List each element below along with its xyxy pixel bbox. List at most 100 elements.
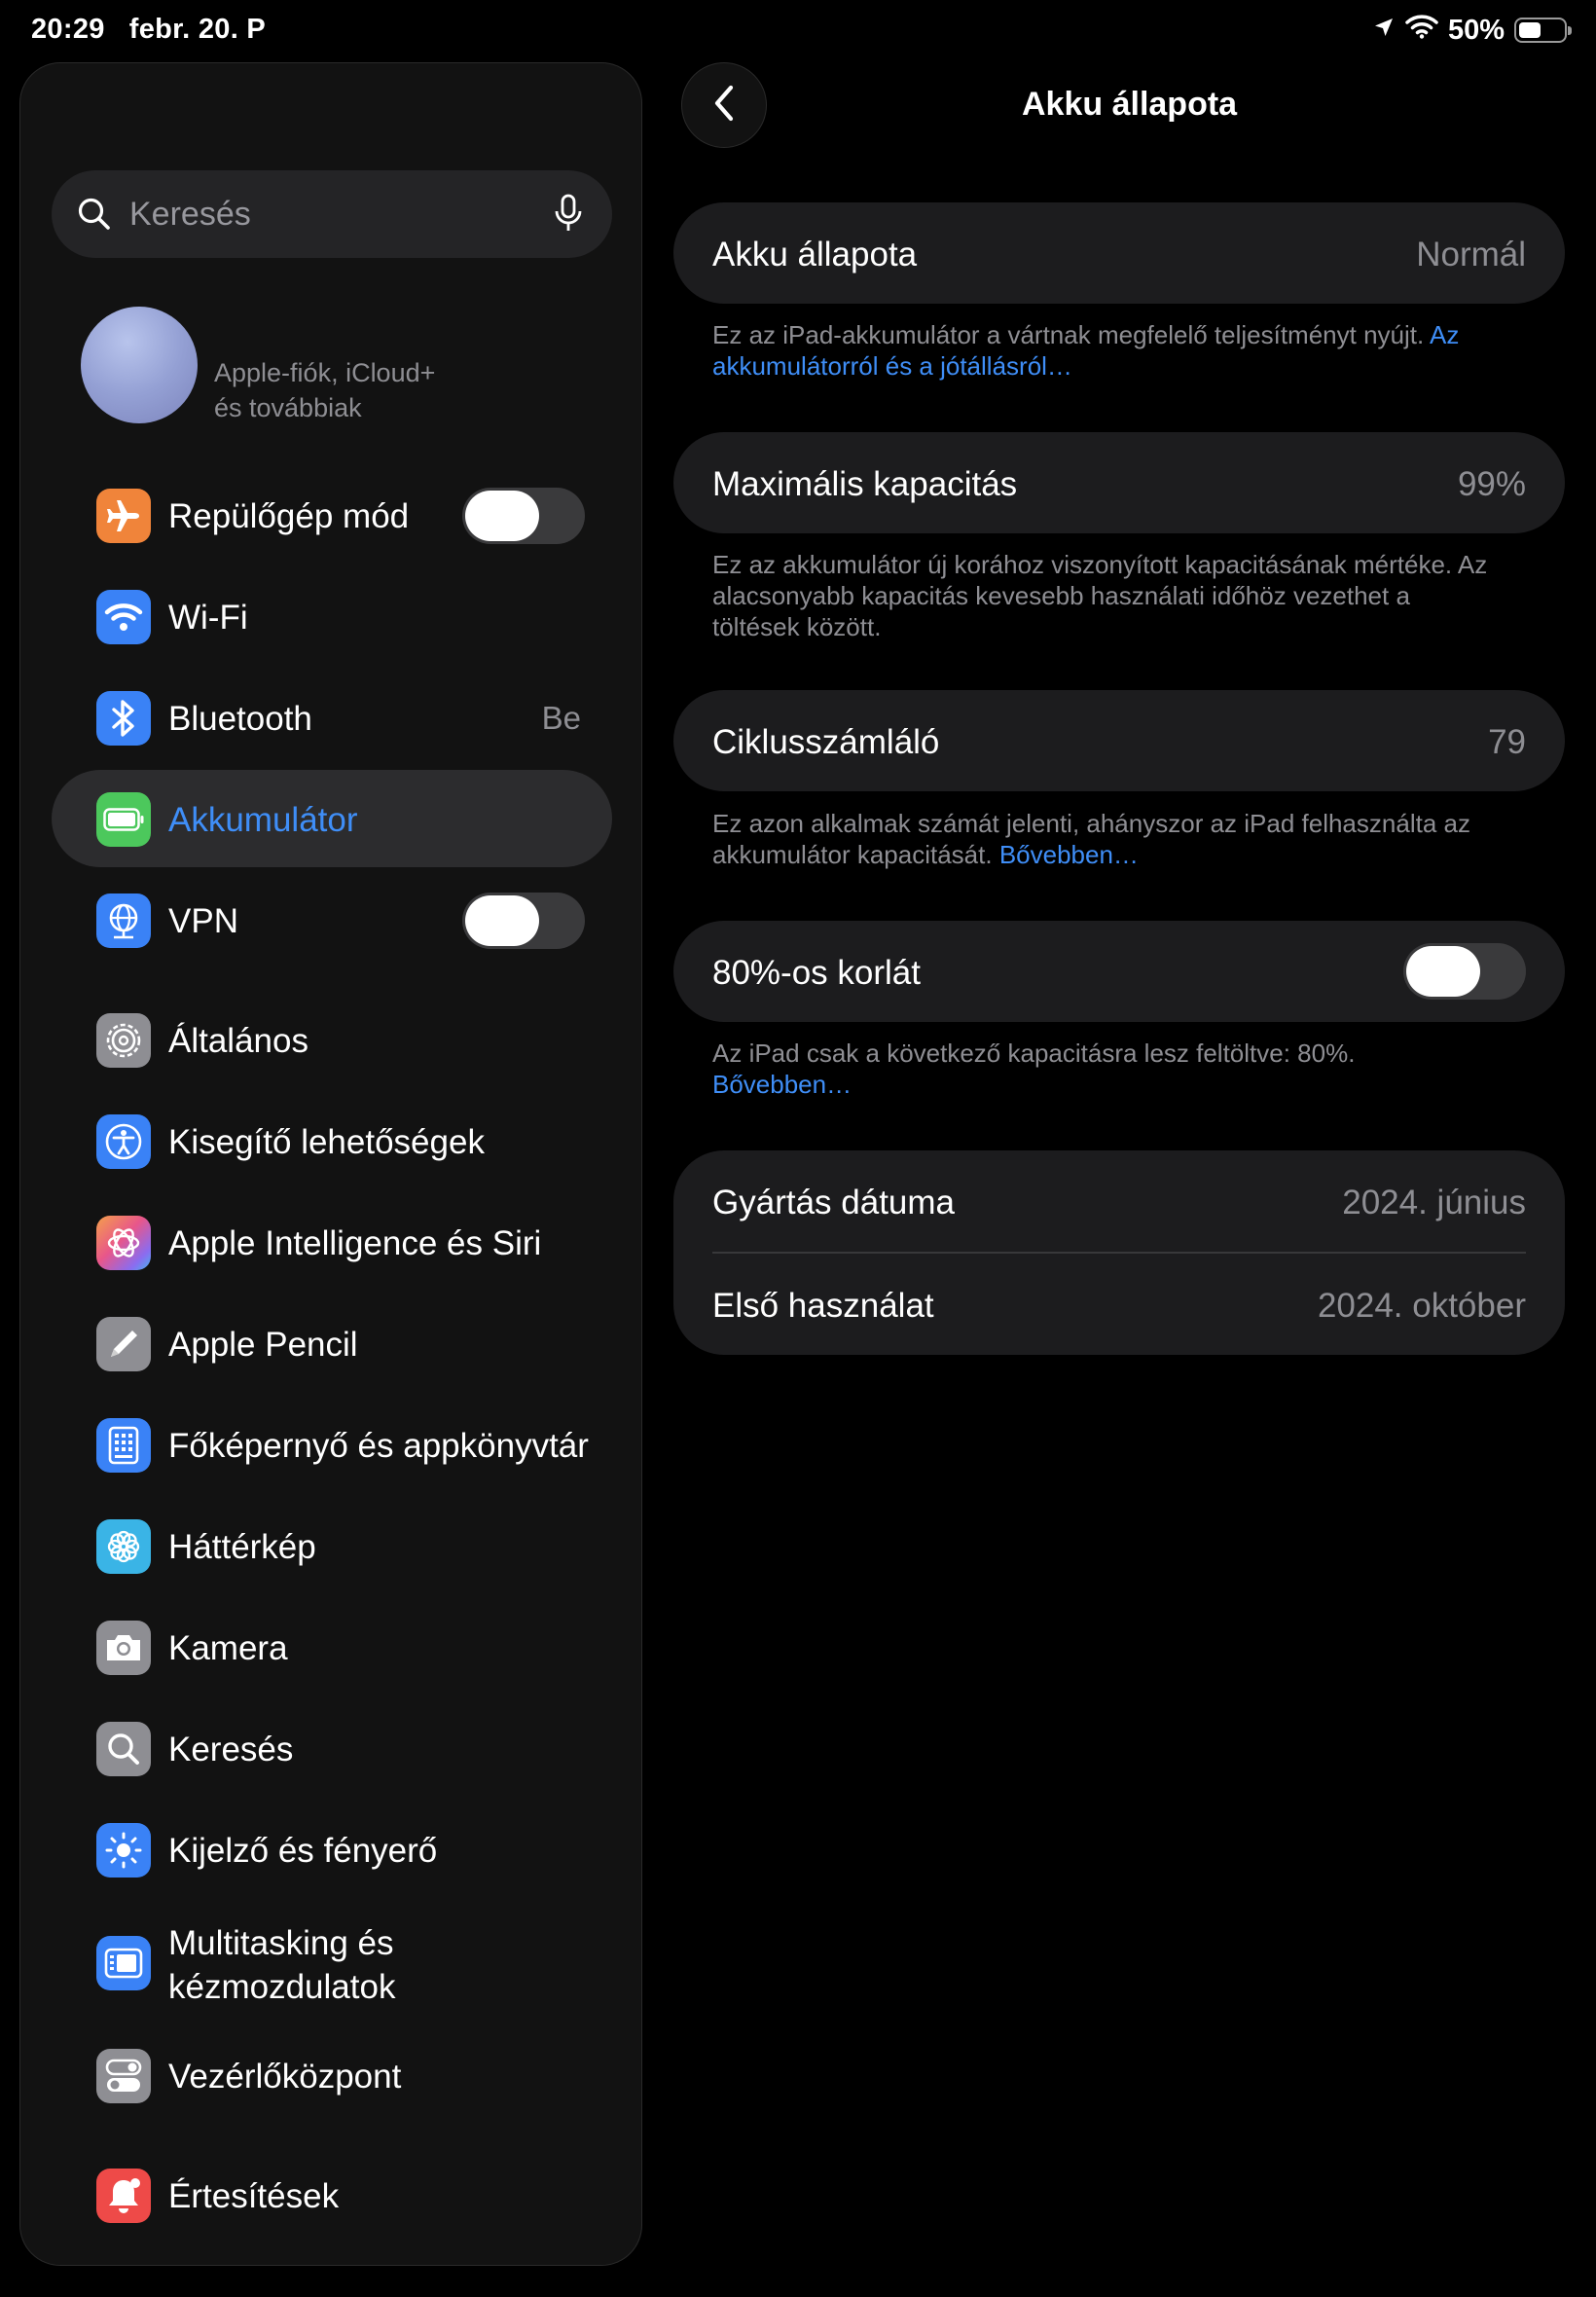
bell-icon <box>96 2169 151 2223</box>
microphone-icon[interactable] <box>554 194 583 239</box>
wifi-icon <box>96 590 151 644</box>
sidebar-item-label: Akkumulátor <box>168 801 358 839</box>
sidebar-item-label: VPN <box>168 902 238 940</box>
home-screen-icon <box>96 1418 151 1473</box>
sidebar-item-label: Értesítések <box>168 2177 340 2215</box>
sidebar-item-control-center[interactable]: Vezérlőközpont <box>52 2026 612 2124</box>
bluetooth-status-value: Be <box>541 700 581 736</box>
bluetooth-icon <box>96 691 151 746</box>
first-use-row: Első használat 2024. október <box>673 1254 1565 1355</box>
warranty-link[interactable]: akkumulátorról és a jótállásról… <box>712 351 1072 381</box>
charge-limit-label: 80%-os korlát <box>712 954 921 992</box>
sidebar-item-vpn[interactable]: VPN <box>52 871 612 968</box>
sidebar-item-label: Bluetooth <box>168 700 312 738</box>
sidebar-item-label: Wi-Fi <box>168 599 248 637</box>
first-use-label: Első használat <box>712 1287 934 1325</box>
sidebar-item-label: Apple Pencil <box>168 1326 358 1364</box>
wifi-status-icon <box>1405 14 1438 47</box>
multitasking-icon <box>96 1936 151 1990</box>
battery-percent: 50% <box>1447 14 1505 46</box>
sidebar-item-multitasking[interactable]: Multitasking és kézmozdulatok <box>52 1914 612 2011</box>
battery-level-fill <box>1519 22 1541 38</box>
back-button[interactable] <box>681 62 767 148</box>
sidebar-item-apple-intelligence-siri[interactable]: Apple Intelligence és Siri <box>52 1193 612 1291</box>
sidebar-item-label: Keresés <box>168 1731 294 1768</box>
battery-status-icon <box>1514 18 1572 43</box>
warranty-link-start[interactable]: Az <box>1430 320 1459 349</box>
status-bar: 20:29 febr. 20. P 50% <box>0 0 1596 62</box>
charge-limit-toggle[interactable] <box>1403 943 1526 1000</box>
cycle-learn-more-link[interactable]: Bővebben… <box>999 840 1139 869</box>
first-use-value: 2024. október <box>1317 1287 1526 1325</box>
search-icon <box>77 197 112 237</box>
sidebar-item-wallpaper[interactable]: Háttérkép <box>52 1497 612 1594</box>
sidebar-item-camera[interactable]: Kamera <box>52 1598 612 1695</box>
charge-limit-learn-more-link[interactable]: Bővebben… <box>712 1070 852 1099</box>
flower-icon <box>96 1519 151 1574</box>
sidebar-item-label: Kijelző és fényerő <box>168 1832 438 1870</box>
sidebar-item-label: Kisegítő lehetőségek <box>168 1123 485 1161</box>
cycle-count-label: Ciklusszámláló <box>712 723 940 761</box>
battery-health-label: Akku állapota <box>712 236 918 273</box>
max-capacity-note: Ez az akkumulátor új korához viszonyítot… <box>712 550 1488 641</box>
location-icon <box>1372 15 1396 47</box>
charge-limit-note: Az iPad csak a következő kapacitásra les… <box>712 1039 1356 1099</box>
sidebar-item-label: Vezérlőközpont <box>168 2058 402 2096</box>
gear-icon <box>96 1013 151 1068</box>
battery-health-note: Ez az iPad-akkumulátor a vártnak megfele… <box>712 320 1460 381</box>
sidebar-item-general[interactable]: Általános <box>52 991 612 1088</box>
status-time: 20:29 <box>31 14 105 45</box>
search-placeholder: Keresés <box>129 196 251 233</box>
cycle-count-card: Ciklusszámláló 79 <box>673 690 1565 791</box>
apple-account-row[interactable]: Apple-fiók, iCloud+ és továbbiak <box>81 307 606 433</box>
sidebar-item-battery[interactable]: Akkumulátor <box>52 770 612 867</box>
sidebar-item-apple-pencil[interactable]: Apple Pencil <box>52 1294 612 1392</box>
sidebar-item-label: Apple Intelligence és Siri <box>168 1224 542 1262</box>
max-capacity-label: Maximális kapacitás <box>712 465 1018 503</box>
pencil-icon <box>96 1317 151 1371</box>
avatar <box>81 307 198 423</box>
search-icon <box>96 1722 151 1776</box>
charge-limit-card: 80%-os korlát <box>673 921 1565 1022</box>
sidebar-item-label: Kamera <box>168 1629 288 1667</box>
sidebar-item-home-screen[interactable]: Főképernyő és appkönyvtár <box>52 1396 612 1493</box>
sidebar-item-display-brightness[interactable]: Kijelző és fényerő <box>52 1801 612 1898</box>
airplane-icon <box>96 489 151 543</box>
sidebar-item-label: Általános <box>168 1022 308 1060</box>
sidebar-item-label: Főképernyő és appkönyvtár <box>168 1427 589 1465</box>
cycle-count-note: Ez azon alkalmak számát jelenti, ahánysz… <box>712 809 1470 869</box>
camera-icon <box>96 1621 151 1675</box>
manufacture-date-value: 2024. június <box>1342 1184 1526 1221</box>
airplane-mode-toggle[interactable] <box>462 488 585 544</box>
chevron-left-icon <box>711 84 737 128</box>
sidebar-item-bluetooth[interactable]: Bluetooth Be <box>52 669 612 766</box>
vpn-toggle[interactable] <box>462 893 585 949</box>
max-capacity-card: Maximális kapacitás 99% <box>673 432 1565 533</box>
battery-health-value: Normál <box>1416 236 1526 273</box>
status-date: febr. 20. P <box>128 14 267 45</box>
cycle-count-row: Ciklusszámláló 79 <box>673 690 1565 791</box>
max-capacity-row: Maximális kapacitás 99% <box>673 432 1565 533</box>
sun-icon <box>96 1823 151 1878</box>
sidebar-item-accessibility[interactable]: Kisegítő lehetőségek <box>52 1092 612 1189</box>
battery-health-row: Akku állapota Normál <box>673 202 1565 304</box>
switches-icon <box>96 2049 151 2103</box>
accessibility-icon <box>96 1114 151 1169</box>
page-title: Akku állapota <box>1022 86 1238 123</box>
globe-icon <box>96 893 151 948</box>
max-capacity-value: 99% <box>1457 465 1526 503</box>
sidebar-item-airplane-mode[interactable]: Repülőgép mód <box>52 466 612 564</box>
battery-health-card: Akku állapota Normál <box>673 202 1565 304</box>
sidebar-item-search[interactable]: Keresés <box>52 1699 612 1797</box>
battery-dates-card: Gyártás dátuma 2024. június Első használ… <box>673 1150 1565 1355</box>
sidebar-item-wifi[interactable]: Wi-Fi <box>52 567 612 665</box>
search-field[interactable]: Keresés <box>52 170 612 258</box>
siri-icon <box>96 1216 151 1270</box>
sidebar-item-notifications[interactable]: Értesítések <box>52 2146 612 2243</box>
sidebar-item-label: Repülőgép mód <box>168 497 410 535</box>
manufacture-date-label: Gyártás dátuma <box>712 1184 955 1221</box>
status-right: 50% <box>1372 14 1572 47</box>
account-subtitle: Apple-fiók, iCloud+ és továbbiak <box>214 358 436 422</box>
battery-icon <box>96 792 151 847</box>
cycle-count-value: 79 <box>1488 723 1526 761</box>
